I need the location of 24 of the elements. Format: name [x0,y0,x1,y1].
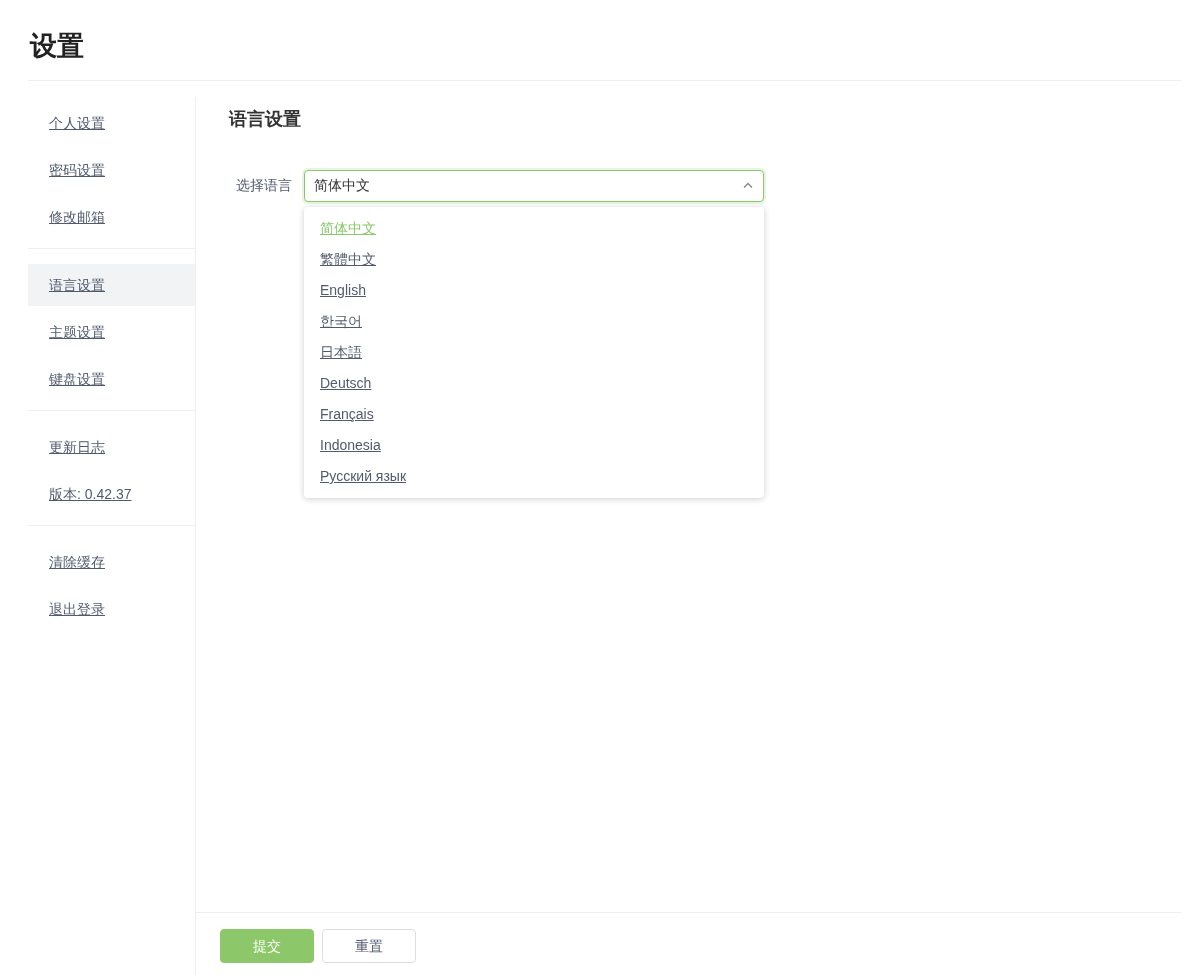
dropdown-option[interactable]: Русский язык [304,461,764,492]
dropdown-option[interactable]: 繁體中文 [304,244,764,275]
sidebar-item[interactable]: 语言设置 [28,264,195,307]
dropdown-option[interactable]: 한국어 [304,306,764,337]
chevron-icon [743,182,753,190]
page-title: 设置 [28,0,1181,82]
dropdown-option[interactable]: Indonesia [304,430,764,461]
sidebar-item[interactable]: 版本: 0.42.37 [28,473,195,516]
sidebar-item[interactable]: 清除缓存 [28,541,195,584]
dropdown-option[interactable]: English [304,275,764,306]
sidebar-item[interactable]: 个人设置 [28,102,195,145]
dropdown-option[interactable]: Français [304,399,764,430]
reset-button[interactable]: 重置 [322,929,416,963]
sidebar-item[interactable]: 主题设置 [28,311,195,354]
section-title: 语言设置 [227,108,302,131]
language-select[interactable]: 简体中文 [304,170,764,202]
field-label: 选择语言 [236,176,293,196]
sidebar-item[interactable]: 密码设置 [28,149,195,192]
sidebar-item[interactable]: 更新日志 [28,426,195,469]
sidebar-item[interactable]: 键盘设置 [28,358,195,401]
sidebar-item[interactable]: 退出登录 [28,588,195,631]
dropdown-option[interactable]: Deutsch [304,368,764,399]
sidebar-item[interactable]: 修改邮箱 [28,196,195,239]
dropdown-option[interactable]: 日本語 [304,337,764,368]
